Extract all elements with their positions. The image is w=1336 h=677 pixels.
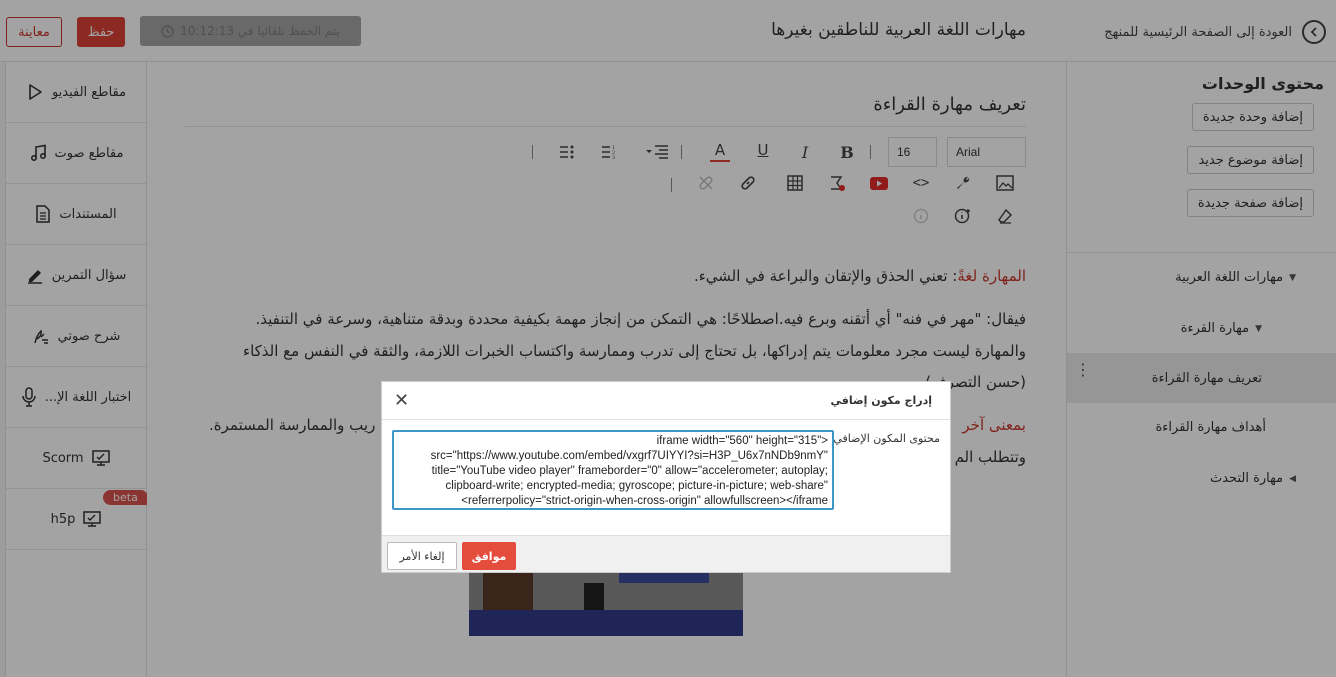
modal-backdrop[interactable] (0, 0, 1336, 677)
dialog-header: ✕ إدراج مكون إضافي (382, 382, 950, 420)
embed-field-label: محتوى المكون الإضافي (833, 432, 940, 445)
dialog-title: إدراج مكون إضافي (830, 394, 932, 407)
ok-button[interactable]: موافق (462, 542, 516, 570)
dialog-footer: إلغاء الأمر موافق (382, 535, 950, 572)
embed-code-textarea[interactable]: <iframe width="560" height="315" src="ht… (392, 430, 834, 510)
cancel-button[interactable]: إلغاء الأمر (387, 542, 457, 570)
insert-component-dialog: ✕ إدراج مكون إضافي محتوى المكون الإضافي … (381, 381, 951, 573)
close-icon[interactable]: ✕ (394, 390, 409, 411)
